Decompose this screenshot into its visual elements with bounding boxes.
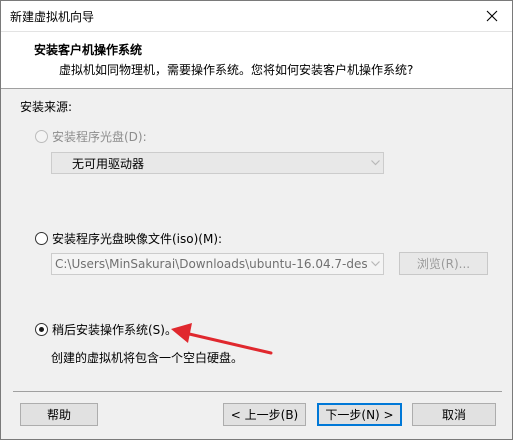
- chevron-down-icon: [370, 261, 380, 267]
- title-bar: 新建虚拟机向导: [1, 1, 512, 31]
- radio-button-iso[interactable]: [35, 232, 48, 245]
- iso-path-value: C:\Users\MinSakurai\Downloads\ubuntu-16.…: [55, 257, 367, 271]
- page-title: 安装客户机操作系统: [34, 43, 143, 57]
- radio-button-install-later[interactable]: [35, 323, 48, 336]
- radio-label-iso: 安装程序光盘映像文件(iso)(M):: [52, 232, 223, 246]
- window-title: 新建虚拟机向导: [10, 10, 95, 24]
- browse-button[interactable]: 浏览(R)...: [399, 252, 488, 275]
- cancel-button[interactable]: 取消: [412, 403, 496, 426]
- radio-label-disc: 安装程序光盘(D):: [52, 130, 147, 144]
- radio-iso-image[interactable]: 安装程序光盘映像文件(iso)(M):: [35, 230, 222, 247]
- footer-divider: [13, 391, 502, 392]
- back-button[interactable]: < 上一步(B): [223, 403, 306, 426]
- close-button[interactable]: [472, 1, 512, 31]
- radio-installer-disc[interactable]: 安装程序光盘(D):: [35, 128, 147, 145]
- radio-button-disc[interactable]: [35, 130, 48, 143]
- wizard-header: 安装客户机操作系统 虚拟机如同物理机，需要操作系统。您将如何安装客户机操作系统?: [1, 31, 512, 89]
- next-button[interactable]: 下一步(N) >: [317, 403, 402, 426]
- disc-drive-value: 无可用驱动器: [72, 156, 145, 171]
- chevron-down-icon: [370, 160, 380, 166]
- install-later-note: 创建的虚拟机将包含一个空白硬盘。: [51, 351, 244, 365]
- wizard-window: 新建虚拟机向导 安装客户机操作系统 虚拟机如同物理机，需要操作系统。您将如何安装…: [0, 0, 513, 440]
- iso-path-combobox[interactable]: C:\Users\MinSakurai\Downloads\ubuntu-16.…: [51, 253, 384, 275]
- help-button[interactable]: 帮助: [20, 403, 98, 426]
- install-source-label: 安装来源:: [20, 100, 73, 114]
- radio-label-install-later: 稍后安装操作系统(S)。: [52, 323, 177, 337]
- close-icon: [486, 10, 498, 22]
- radio-install-later[interactable]: 稍后安装操作系统(S)。: [35, 321, 177, 338]
- disc-drive-select[interactable]: 无可用驱动器: [51, 152, 384, 174]
- page-subtitle: 虚拟机如同物理机，需要操作系统。您将如何安装客户机操作系统?: [59, 63, 414, 77]
